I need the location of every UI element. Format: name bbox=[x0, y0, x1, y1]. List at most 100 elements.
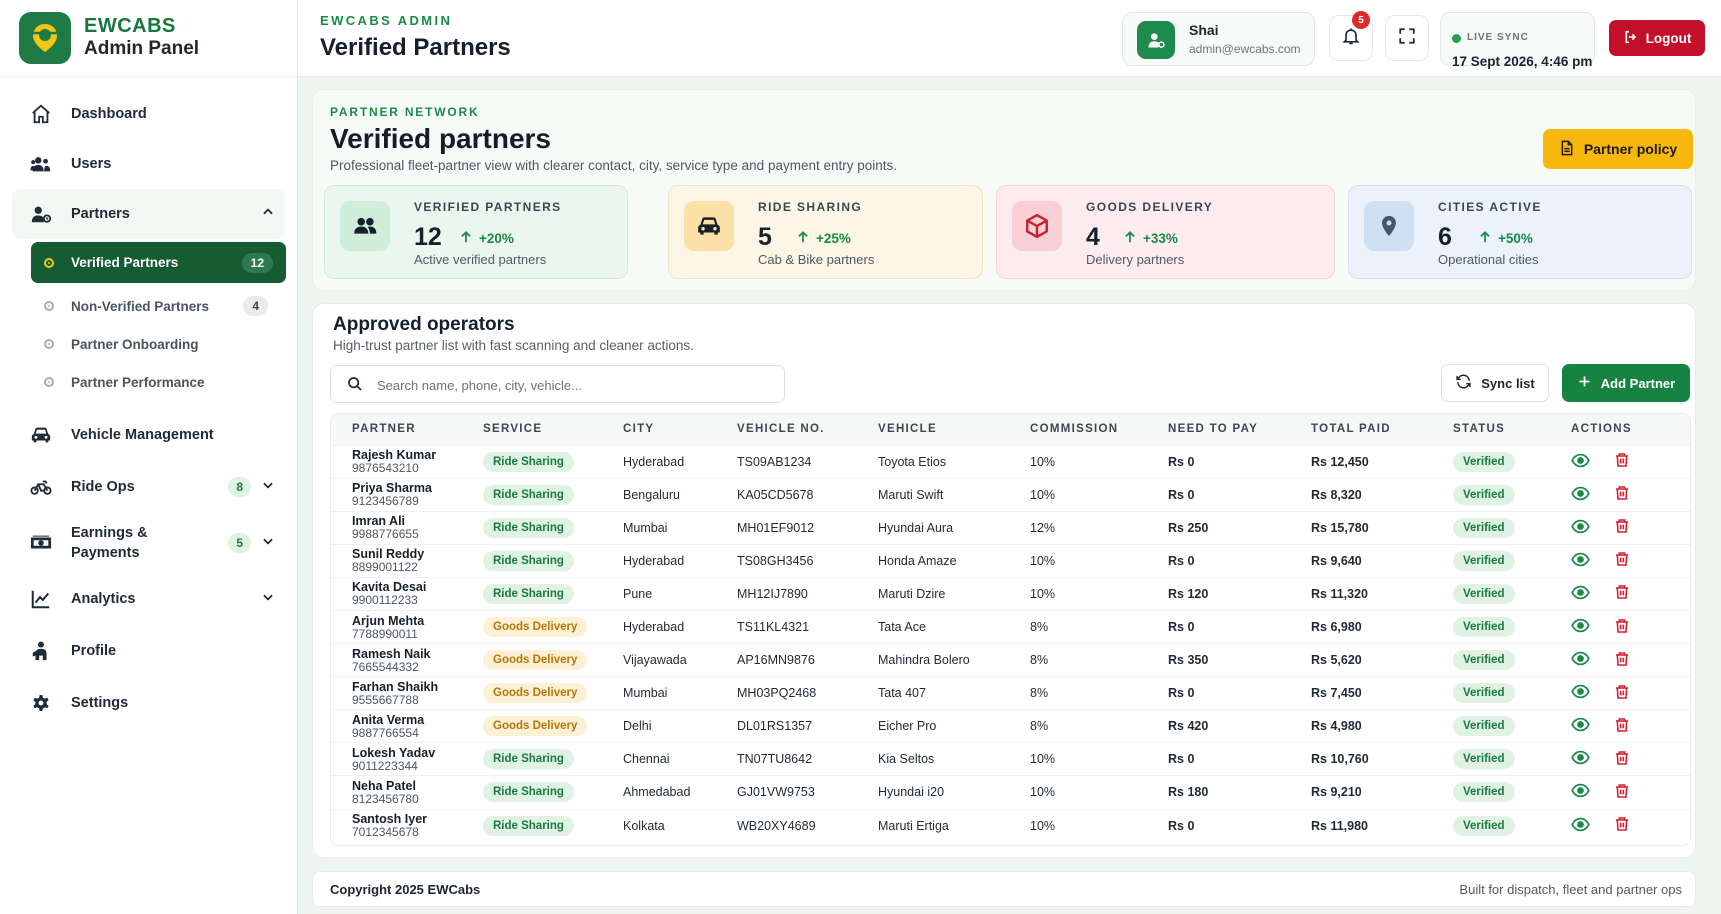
view-eye-icon[interactable] bbox=[1571, 781, 1590, 803]
delete-trash-icon[interactable] bbox=[1614, 484, 1630, 505]
view-eye-icon[interactable] bbox=[1571, 649, 1590, 671]
delete-trash-icon[interactable] bbox=[1614, 716, 1630, 737]
service-cell: Ride Sharing bbox=[462, 445, 602, 478]
view-eye-icon[interactable] bbox=[1571, 682, 1590, 704]
column-header[interactable]: TOTAL PAID bbox=[1290, 414, 1432, 445]
vehicle-number-cell: KA05CD5678 bbox=[737, 487, 814, 502]
partner-phone: 8899001122 bbox=[352, 560, 418, 575]
view-eye-icon[interactable] bbox=[1571, 815, 1590, 837]
delete-trash-icon[interactable] bbox=[1614, 583, 1630, 604]
sidebar-item-ride-ops[interactable]: Ride Ops 8 bbox=[0, 461, 297, 513]
view-eye-icon[interactable] bbox=[1571, 715, 1590, 737]
sidebar-item-label: Analytics bbox=[71, 591, 136, 607]
sidebar-subitem-partner-performance[interactable]: Partner Performance bbox=[0, 363, 297, 401]
sidebar-item-profile[interactable]: Profile bbox=[0, 625, 297, 677]
vehicle-cell: Maruti Dzire bbox=[878, 586, 946, 601]
column-header[interactable]: COMMISSION bbox=[1009, 414, 1147, 445]
status-cell: Verified bbox=[1432, 511, 1550, 544]
table-row[interactable]: Farhan Shaikh 9555667788 Goods Delivery Mum… bbox=[331, 676, 1690, 710]
stat-subtitle: Active verified partners bbox=[414, 252, 547, 267]
search-input[interactable] bbox=[377, 374, 772, 396]
partner-policy-button[interactable]: Partner policy bbox=[1543, 129, 1693, 169]
delete-trash-icon[interactable] bbox=[1614, 749, 1630, 770]
sidebar-item-label: Profile bbox=[71, 643, 117, 659]
service-badge: Ride Sharing bbox=[483, 583, 574, 604]
table-row[interactable]: Imran Ali 9988776655 Ride Sharing Mumbai MH0… bbox=[331, 511, 1690, 544]
table-row[interactable]: Anita Verma 9887766554 Goods Delivery Delhi… bbox=[331, 709, 1690, 743]
view-eye-icon[interactable] bbox=[1571, 583, 1590, 605]
view-eye-icon[interactable] bbox=[1571, 748, 1590, 770]
user-card[interactable]: Shai admin@ewcabs.com bbox=[1122, 12, 1315, 66]
table-row[interactable]: Kavita Desai 9900112233 Ride Sharing Pune MH… bbox=[331, 577, 1690, 610]
service-cell: Ride Sharing bbox=[462, 809, 602, 842]
column-header[interactable]: PARTNER bbox=[331, 414, 462, 445]
actions-cell bbox=[1550, 610, 1690, 643]
table-row[interactable]: Lokesh Yadav 9011223344 Ride Sharing Chenna… bbox=[331, 742, 1690, 776]
logout-button[interactable]: Logout bbox=[1609, 20, 1705, 56]
bullet-icon bbox=[44, 377, 54, 387]
table-row[interactable]: Rajesh Kumar 9876543210 Ride Sharing Hydera… bbox=[331, 445, 1690, 478]
column-header[interactable]: SERVICE bbox=[462, 414, 602, 445]
column-header[interactable]: STATUS bbox=[1432, 414, 1550, 445]
fullscreen-button[interactable] bbox=[1385, 15, 1429, 61]
delete-trash-icon[interactable] bbox=[1614, 617, 1630, 638]
service-badge: Ride Sharing bbox=[483, 782, 574, 803]
gear-icon bbox=[29, 691, 53, 715]
total-paid-cell: Rs 11,980 bbox=[1311, 818, 1368, 833]
view-eye-icon[interactable] bbox=[1571, 616, 1590, 638]
view-eye-icon[interactable] bbox=[1571, 451, 1590, 473]
partner-cell: Rajesh Kumar 9876543210 bbox=[331, 445, 462, 478]
table-row[interactable]: Santosh Iyer 7012345678 Ride Sharing Kolkat… bbox=[331, 809, 1690, 842]
partner-cell: Farhan Shaikh 9555667788 bbox=[331, 677, 462, 710]
vehicle-cell: Maruti Swift bbox=[878, 487, 944, 502]
view-eye-icon[interactable] bbox=[1571, 550, 1590, 572]
delete-trash-icon[interactable] bbox=[1614, 517, 1630, 538]
delete-trash-icon[interactable] bbox=[1614, 451, 1630, 472]
sidebar-item-label: Settings bbox=[71, 695, 129, 711]
sidebar-item-partners[interactable]: Partners bbox=[12, 189, 285, 239]
partner-phone: 9011223344 bbox=[352, 758, 418, 773]
column-header: ACTIONS bbox=[1571, 423, 1632, 436]
view-eye-icon[interactable] bbox=[1571, 484, 1590, 506]
delete-trash-icon[interactable] bbox=[1614, 683, 1630, 704]
vehicle-number-cell: TS11KL4321 bbox=[737, 620, 810, 635]
status-badge: Verified bbox=[1453, 716, 1515, 737]
table-row[interactable]: Priya Sharma 9123456789 Ride Sharing Bengal… bbox=[331, 478, 1690, 511]
delete-trash-icon[interactable] bbox=[1614, 815, 1630, 836]
stat-subtitle: Operational cities bbox=[1438, 252, 1539, 267]
view-eye-icon[interactable] bbox=[1571, 517, 1590, 539]
sidebar-item-analytics[interactable]: Analytics bbox=[0, 573, 297, 625]
sidebar-subitem-partner-onboarding[interactable]: Partner Onboarding bbox=[0, 325, 297, 363]
sidebar-item-vehicle-management[interactable]: Vehicle Management bbox=[0, 409, 297, 461]
actions-cell bbox=[1550, 511, 1690, 544]
sidebar-subitem-verified-partners[interactable]: Verified Partners 12 bbox=[31, 242, 286, 283]
column-header[interactable]: VEHICLE NO. bbox=[716, 414, 857, 445]
partner-phone: 9988776655 bbox=[352, 527, 419, 542]
service-cell: Ride Sharing bbox=[462, 511, 602, 544]
table-row[interactable]: Ramesh Naik 7665544332 Goods Delivery Vijay… bbox=[331, 643, 1690, 677]
sidebar-item-earnings-payments[interactable]: Earnings & Payments 5 bbox=[0, 513, 297, 573]
status-badge: Verified bbox=[1453, 517, 1515, 538]
partner-cell: Sunil Reddy 8899001122 bbox=[331, 544, 462, 577]
column-header[interactable]: VEHICLE bbox=[857, 414, 1009, 445]
stat-trend: +25% bbox=[796, 230, 851, 247]
sidebar-item-dashboard[interactable]: Dashboard bbox=[0, 89, 297, 139]
table-row[interactable]: Arjun Mehta 7788990011 Goods Delivery Hyder… bbox=[331, 610, 1690, 643]
sidebar-subitem-non-verified-partners[interactable]: Non-Verified Partners 4 bbox=[0, 287, 297, 325]
column-header[interactable]: NEED TO PAY bbox=[1147, 414, 1290, 445]
sidebar-item-settings[interactable]: Settings bbox=[0, 677, 297, 729]
delete-trash-icon[interactable] bbox=[1614, 550, 1630, 571]
sidebar-subitem-label: Verified Partners bbox=[71, 255, 179, 270]
notifications-button[interactable]: 5 bbox=[1329, 11, 1373, 61]
column-header[interactable]: CITY bbox=[602, 414, 716, 445]
sidebar-item-label: Ride Ops bbox=[71, 479, 135, 495]
delete-trash-icon[interactable] bbox=[1614, 650, 1630, 671]
table-row[interactable]: Sunil Reddy 8899001122 Ride Sharing Hyderab… bbox=[331, 544, 1690, 577]
table-row[interactable]: Neha Patel 8123456780 Ride Sharing Ahmedaba… bbox=[331, 775, 1690, 809]
delete-trash-icon[interactable] bbox=[1614, 782, 1630, 803]
sync-list-button[interactable]: Sync list bbox=[1441, 364, 1549, 402]
commission-cell: 10% bbox=[1030, 752, 1056, 767]
sidebar-item-label: Earnings & Payments bbox=[71, 525, 148, 561]
add-partner-button[interactable]: Add Partner bbox=[1562, 364, 1690, 402]
sidebar-item-users[interactable]: Users bbox=[0, 139, 297, 189]
